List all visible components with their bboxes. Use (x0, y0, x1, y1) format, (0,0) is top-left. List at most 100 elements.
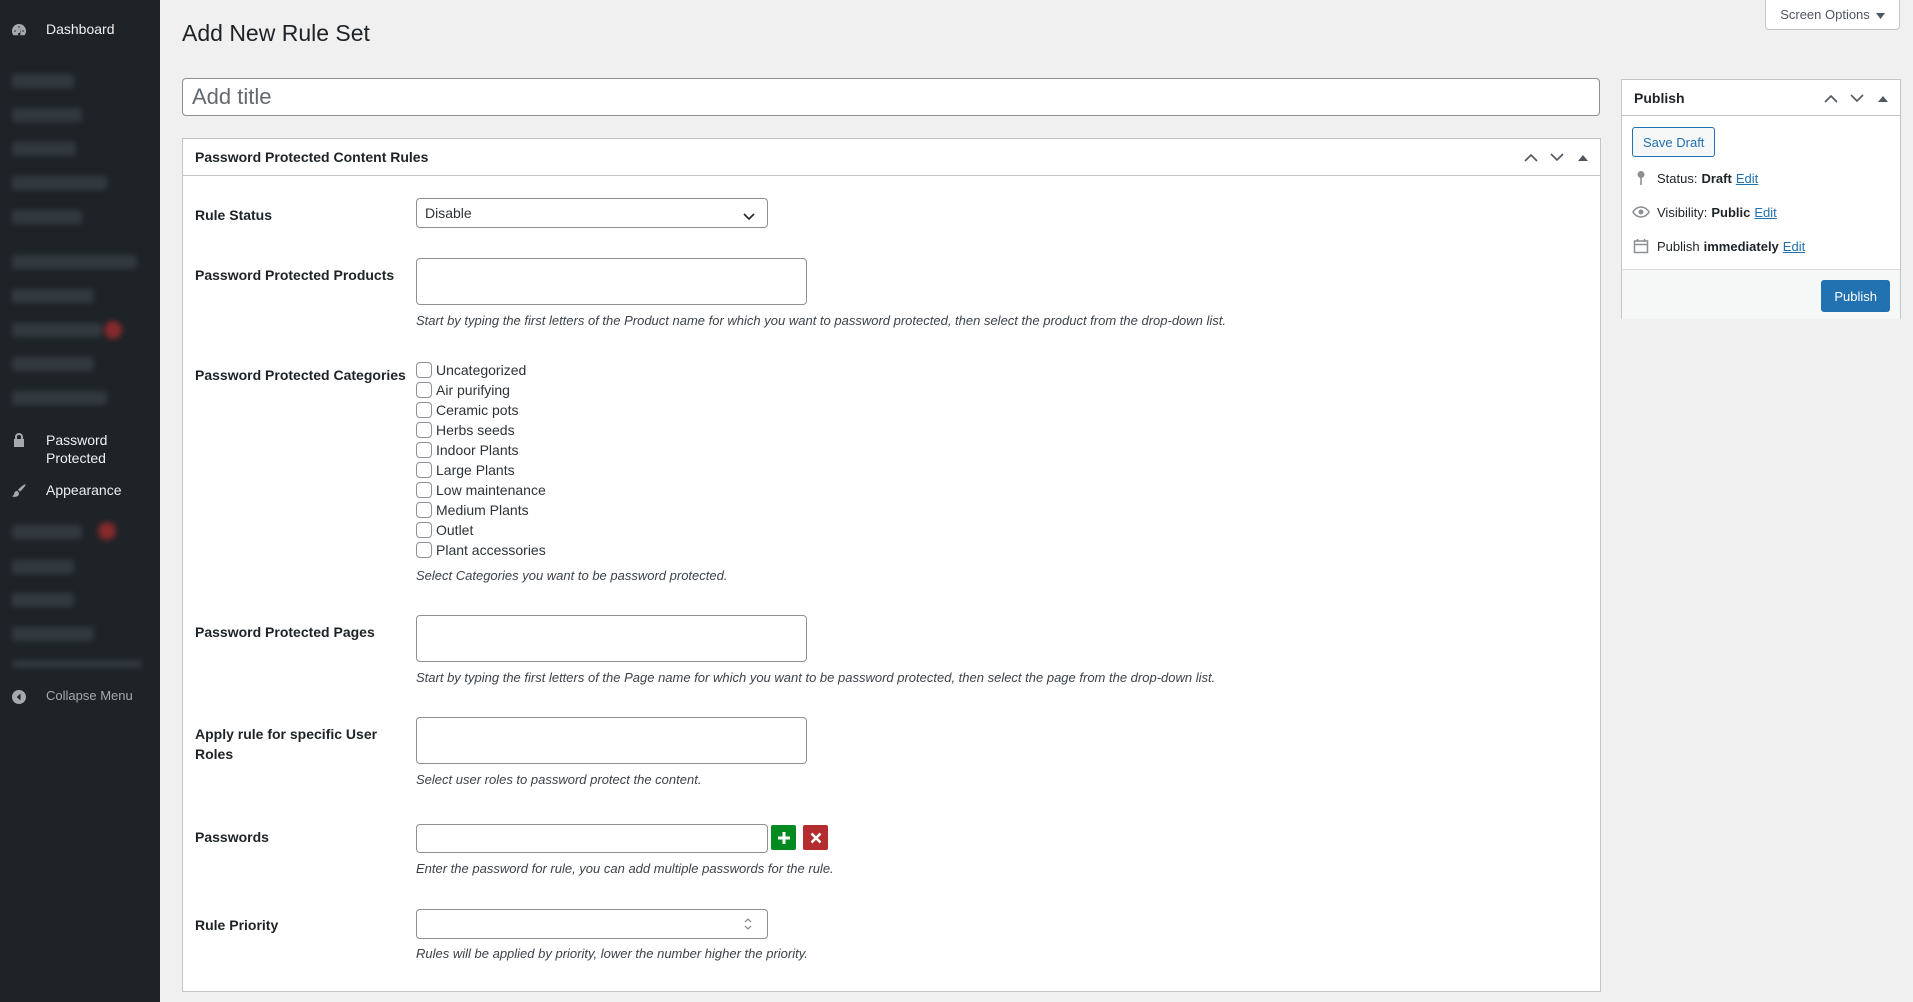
blurred-menu-item[interactable] (12, 142, 76, 156)
checkbox[interactable] (416, 382, 432, 398)
blurred-menu-item[interactable] (12, 176, 107, 190)
blurred-menu-item[interactable] (12, 357, 94, 371)
category-checkbox-item[interactable]: Uncategorized (416, 361, 526, 379)
checkbox[interactable] (416, 542, 432, 558)
category-checkbox-item[interactable]: Outlet (416, 521, 473, 539)
category-checkbox-item[interactable]: Indoor Plants (416, 441, 519, 459)
user-roles-help-text: Select user roles to password protect th… (416, 772, 702, 787)
rules-metabox-title: Password Protected Content Rules (195, 149, 429, 165)
rule-status-select[interactable]: Disable (416, 198, 768, 228)
blurred-menu-item[interactable] (12, 108, 82, 122)
password-input[interactable] (416, 824, 768, 853)
visibility-row: Visibility: Public Edit (1632, 203, 1777, 221)
category-label: Outlet (436, 522, 474, 538)
move-down-icon[interactable] (1848, 90, 1866, 108)
visibility-value: Public (1711, 204, 1751, 220)
checkbox[interactable] (416, 442, 432, 458)
move-up-icon[interactable] (1522, 149, 1540, 167)
blurred-menu-item[interactable] (12, 627, 94, 641)
category-label: Uncategorized (436, 362, 527, 378)
rules-metabox-header: Password Protected Content Rules (183, 139, 1600, 176)
lock-icon (10, 431, 28, 449)
title-input[interactable] (182, 78, 1600, 116)
category-checkbox-item[interactable]: Large Plants (416, 461, 515, 479)
checkbox[interactable] (416, 362, 432, 378)
publish-actions: Publish (1622, 269, 1900, 319)
admin-sidebar: Dashboard Password Protected Appearance … (0, 0, 160, 1002)
save-draft-button[interactable]: Save Draft (1632, 127, 1716, 157)
publish-metabox-header: Publish (1622, 80, 1900, 116)
publish-metabox: Publish Save Draft Status: Draft Edit Vi… (1621, 79, 1901, 319)
edit-visibility-link[interactable]: Edit (1754, 205, 1776, 220)
remove-password-button[interactable] (803, 825, 828, 850)
schedule-label: Publish (1657, 238, 1700, 254)
screen-options-label: Screen Options (1780, 7, 1870, 22)
checkbox[interactable] (416, 522, 432, 538)
blurred-menu-item[interactable] (12, 210, 82, 224)
collapse-icon (10, 688, 28, 706)
priority-number-input[interactable] (416, 909, 768, 939)
collapse-menu-label: Collapse Menu (46, 688, 133, 703)
categories-help-text: Select Categories you want to be passwor… (416, 568, 728, 583)
checkbox[interactable] (416, 482, 432, 498)
category-checkbox-item[interactable]: Ceramic pots (416, 401, 518, 419)
sidebar-item-appearance[interactable]: Appearance (0, 482, 160, 500)
blurred-menu-item[interactable] (12, 289, 94, 303)
user-roles-label: Apply rule for specific User Roles (195, 726, 378, 762)
products-help-text: Start by typing the first letters of the… (416, 313, 1227, 328)
eye-icon (1632, 203, 1650, 221)
user-roles-field[interactable] (416, 717, 807, 764)
status-value: Draft (1701, 170, 1732, 186)
publish-button-label: Publish (1834, 288, 1877, 304)
blurred-menu-item[interactable] (12, 660, 142, 668)
checkbox[interactable] (416, 462, 432, 478)
page-title: Add New Rule Set (182, 20, 370, 46)
publish-metabox-title: Publish (1634, 89, 1685, 106)
category-checkbox-item[interactable]: Low maintenance (416, 481, 546, 499)
blurred-menu-item[interactable] (12, 391, 107, 405)
blurred-menu-item[interactable] (12, 593, 74, 607)
blurred-menu-item[interactable] (12, 74, 74, 88)
category-checkbox-item[interactable]: Medium Plants (416, 501, 529, 519)
screen-options-button[interactable]: Screen Options (1765, 0, 1900, 30)
visibility-label: Visibility: (1657, 204, 1708, 220)
calendar-icon (1632, 237, 1650, 255)
products-label: Password Protected Products (195, 267, 395, 283)
blurred-menu-item[interactable] (12, 525, 82, 539)
toggle-panel-icon[interactable] (1574, 149, 1592, 167)
dashboard-icon (10, 21, 28, 39)
pin-icon (1632, 169, 1650, 187)
category-checkbox-item[interactable]: Air purifying (416, 381, 510, 399)
schedule-row: Publish immediately Edit (1632, 237, 1805, 255)
pages-search-field[interactable] (416, 615, 807, 662)
sidebar-item-password-protected[interactable]: Password Protected (0, 431, 160, 467)
products-search-field[interactable] (416, 258, 807, 305)
blurred-menu-item[interactable] (12, 323, 102, 337)
move-down-icon[interactable] (1548, 149, 1566, 167)
edit-schedule-link[interactable]: Edit (1783, 239, 1805, 254)
checkbox[interactable] (416, 402, 432, 418)
blurred-menu-item[interactable] (12, 560, 74, 574)
category-checkbox-item[interactable]: Plant accessories (416, 541, 546, 559)
add-password-button[interactable] (771, 825, 796, 850)
edit-status-link[interactable]: Edit (1736, 171, 1758, 186)
category-label: Air purifying (436, 382, 510, 398)
publish-button[interactable]: Publish (1821, 280, 1890, 312)
spinner-arrows-icon[interactable] (743, 916, 753, 935)
category-label: Low maintenance (436, 482, 546, 498)
pages-label: Password Protected Pages (195, 624, 375, 640)
toggle-panel-icon[interactable] (1874, 90, 1892, 108)
collapse-menu-button[interactable]: Collapse Menu (0, 688, 160, 706)
category-label: Large Plants (436, 462, 515, 478)
sidebar-item-label: Appearance (46, 482, 122, 498)
checkbox[interactable] (416, 422, 432, 438)
close-icon (810, 832, 821, 843)
blurred-menu-item[interactable] (12, 255, 137, 269)
rules-metabox: Password Protected Content Rules Rule St… (182, 138, 1601, 992)
move-up-icon[interactable] (1822, 90, 1840, 108)
category-checkbox-item[interactable]: Herbs seeds (416, 421, 515, 439)
schedule-value: immediately (1703, 238, 1779, 254)
checkbox[interactable] (416, 502, 432, 518)
sidebar-item-dashboard[interactable]: Dashboard (0, 21, 160, 39)
priority-label: Rule Priority (195, 917, 279, 933)
